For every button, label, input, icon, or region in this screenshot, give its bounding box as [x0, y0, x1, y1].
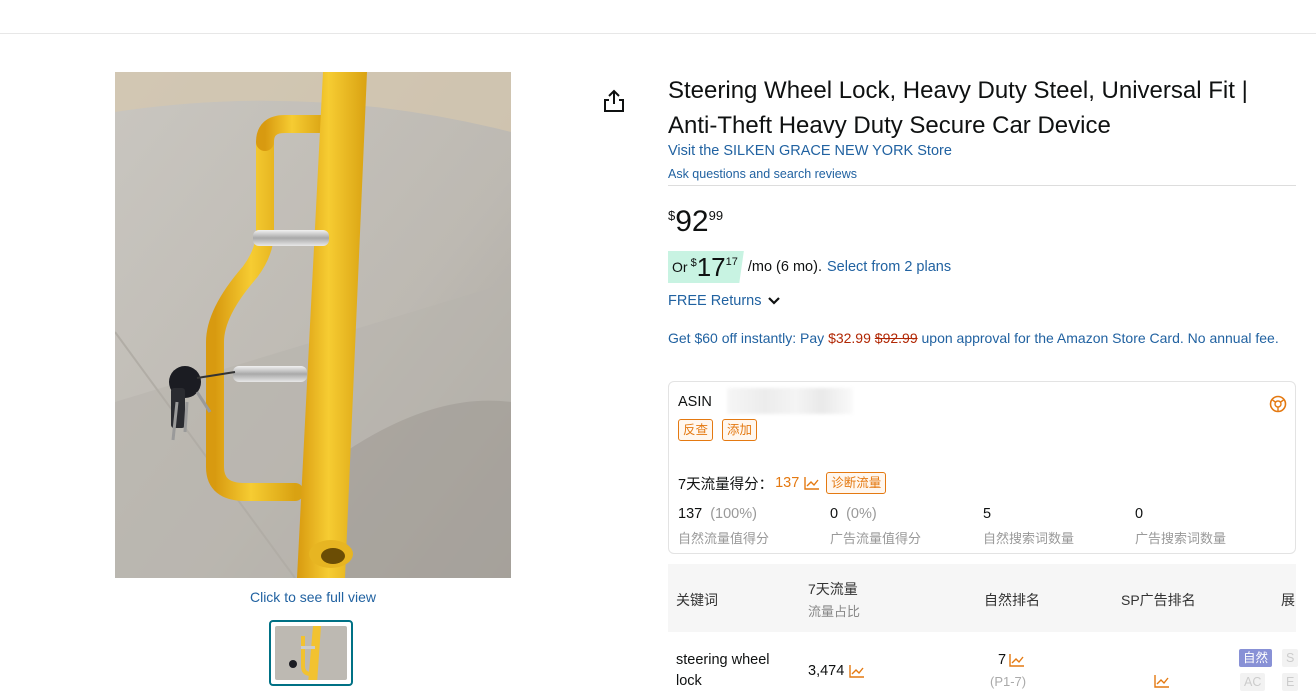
stat-ad-score: 0 (0%) 广告流量值得分 — [830, 505, 921, 547]
row-traffic-value: 3,474 — [808, 663, 845, 679]
help-icon[interactable] — [1269, 395, 1287, 413]
asin-label: ASIN — [678, 394, 712, 410]
traffic-score-label: 7天流量得分： — [678, 476, 774, 493]
reverse-lookup-button[interactable]: 反查 — [678, 419, 714, 441]
promo-text-after: upon approval for the Amazon Store Card.… — [917, 330, 1279, 346]
stat-label: 广告流量值得分 — [830, 531, 922, 546]
store-link[interactable]: Visit the SILKEN GRACE NEW YORK Store — [668, 143, 952, 159]
thumbnail-1[interactable] — [269, 620, 353, 686]
stat-pct: (100%) — [710, 506, 757, 522]
traffic-score-value: 137 — [775, 475, 800, 491]
stat-pct: (0%) — [846, 506, 877, 522]
header-organic-rank[interactable]: 自然排名 — [984, 590, 1040, 610]
stat-value: 137 — [678, 506, 703, 522]
free-returns-label: FREE Returns — [668, 293, 762, 309]
free-returns-link[interactable]: FREE Returns — [668, 293, 781, 309]
full-view-link[interactable]: Click to see full view — [115, 589, 511, 605]
stat-value: 5 — [983, 506, 992, 522]
stat-value: 0 — [830, 506, 839, 522]
ac-chip: AC — [1240, 673, 1266, 691]
monthly-fraction: 17 — [725, 256, 738, 268]
ask-questions-link[interactable]: Ask questions and search reviews — [668, 167, 857, 181]
select-plans-link[interactable]: Select from 2 plans — [827, 259, 951, 275]
header-more[interactable]: 展 — [1281, 590, 1295, 610]
price-fraction: 99 — [708, 208, 724, 223]
stat-value: 0 — [1135, 506, 1144, 522]
traffic-score-row: 7天流量得分： 137 诊断流量 — [678, 472, 887, 494]
monthly-badge: Or $ 17 17 — [668, 251, 744, 283]
main-product-image[interactable] — [115, 72, 511, 578]
e-chip: E — [1282, 673, 1299, 691]
header-sp-rank[interactable]: SP广告排名 — [1121, 590, 1196, 610]
monthly-suffix: /mo (6 mo). — [747, 259, 822, 275]
trend-chart-icon[interactable] — [804, 476, 820, 490]
share-icon[interactable] — [601, 88, 627, 114]
plugin-asin-panel: ASIN 反查 添加 7天流量得分： 137 诊断流量 137 (100%) 自然… — [668, 381, 1296, 554]
product-title: Steering Wheel Lock, Heavy Duty Steel, U… — [668, 77, 1248, 139]
promo-old-price: $92.99 — [874, 330, 918, 346]
trend-chart-icon[interactable] — [849, 664, 865, 678]
stat-label: 广告搜索词数量 — [1135, 531, 1227, 546]
row-keyword-cont: lock — [676, 673, 702, 689]
stat-organic-score: 137 (100%) 自然流量值得分 — [678, 505, 769, 547]
stat-label: 自然搜索词数量 — [983, 531, 1075, 546]
promo-text-before: Get $60 off instantly: Pay — [668, 330, 829, 346]
keyword-table-header: 关键词 7天流量 流量占比 自然排名 SP广告排名 展 — [668, 564, 1296, 632]
thumbnail-image — [275, 626, 347, 680]
row-keyword[interactable]: steering wheel — [676, 652, 770, 668]
price: $ 92 99 — [668, 204, 723, 240]
price-whole: 92 — [675, 205, 709, 238]
row-organic-rank: 7 — [998, 652, 1025, 668]
diagnose-traffic-button[interactable]: 诊断流量 — [826, 472, 887, 494]
promo-new-price: $32.99 — [828, 330, 871, 346]
divider — [668, 185, 1296, 186]
stat-ad-keywords: 0 广告搜索词数量 — [1135, 505, 1226, 547]
row-organic-rank-value: 7 — [998, 652, 1007, 668]
trend-chart-icon[interactable] — [1154, 674, 1170, 688]
monthly-prefix: Or — [672, 259, 688, 275]
add-button[interactable]: 添加 — [722, 419, 758, 441]
stat-organic-keywords: 5 自然搜索词数量 — [983, 505, 1074, 547]
asin-value-blurred — [727, 388, 853, 414]
monthly-payment: Or $ 17 17 /mo (6 mo). Select from 2 pla… — [668, 251, 951, 283]
monthly-whole: 17 — [696, 251, 726, 282]
trend-chart-icon[interactable] — [1009, 653, 1025, 667]
keyword-table-row: steering wheel lock 3,474 7 (P1-7) 自然 S … — [668, 634, 1299, 691]
header-keyword[interactable]: 关键词 — [676, 590, 718, 610]
header-traffic[interactable]: 7天流量 — [808, 579, 858, 599]
stat-label: 自然流量值得分 — [678, 531, 770, 546]
price-symbol: $ — [668, 208, 676, 223]
row-traffic: 3,474 — [808, 663, 865, 679]
chevron-down-icon — [768, 297, 781, 305]
top-bar — [0, 0, 1316, 34]
sp-chip: S — [1282, 649, 1299, 667]
header-traffic-share[interactable]: 流量占比 — [808, 601, 860, 620]
store-card-promo[interactable]: Get $60 off instantly: Pay $32.99 $92.99… — [668, 327, 1296, 349]
organic-chip: 自然 — [1239, 649, 1273, 667]
